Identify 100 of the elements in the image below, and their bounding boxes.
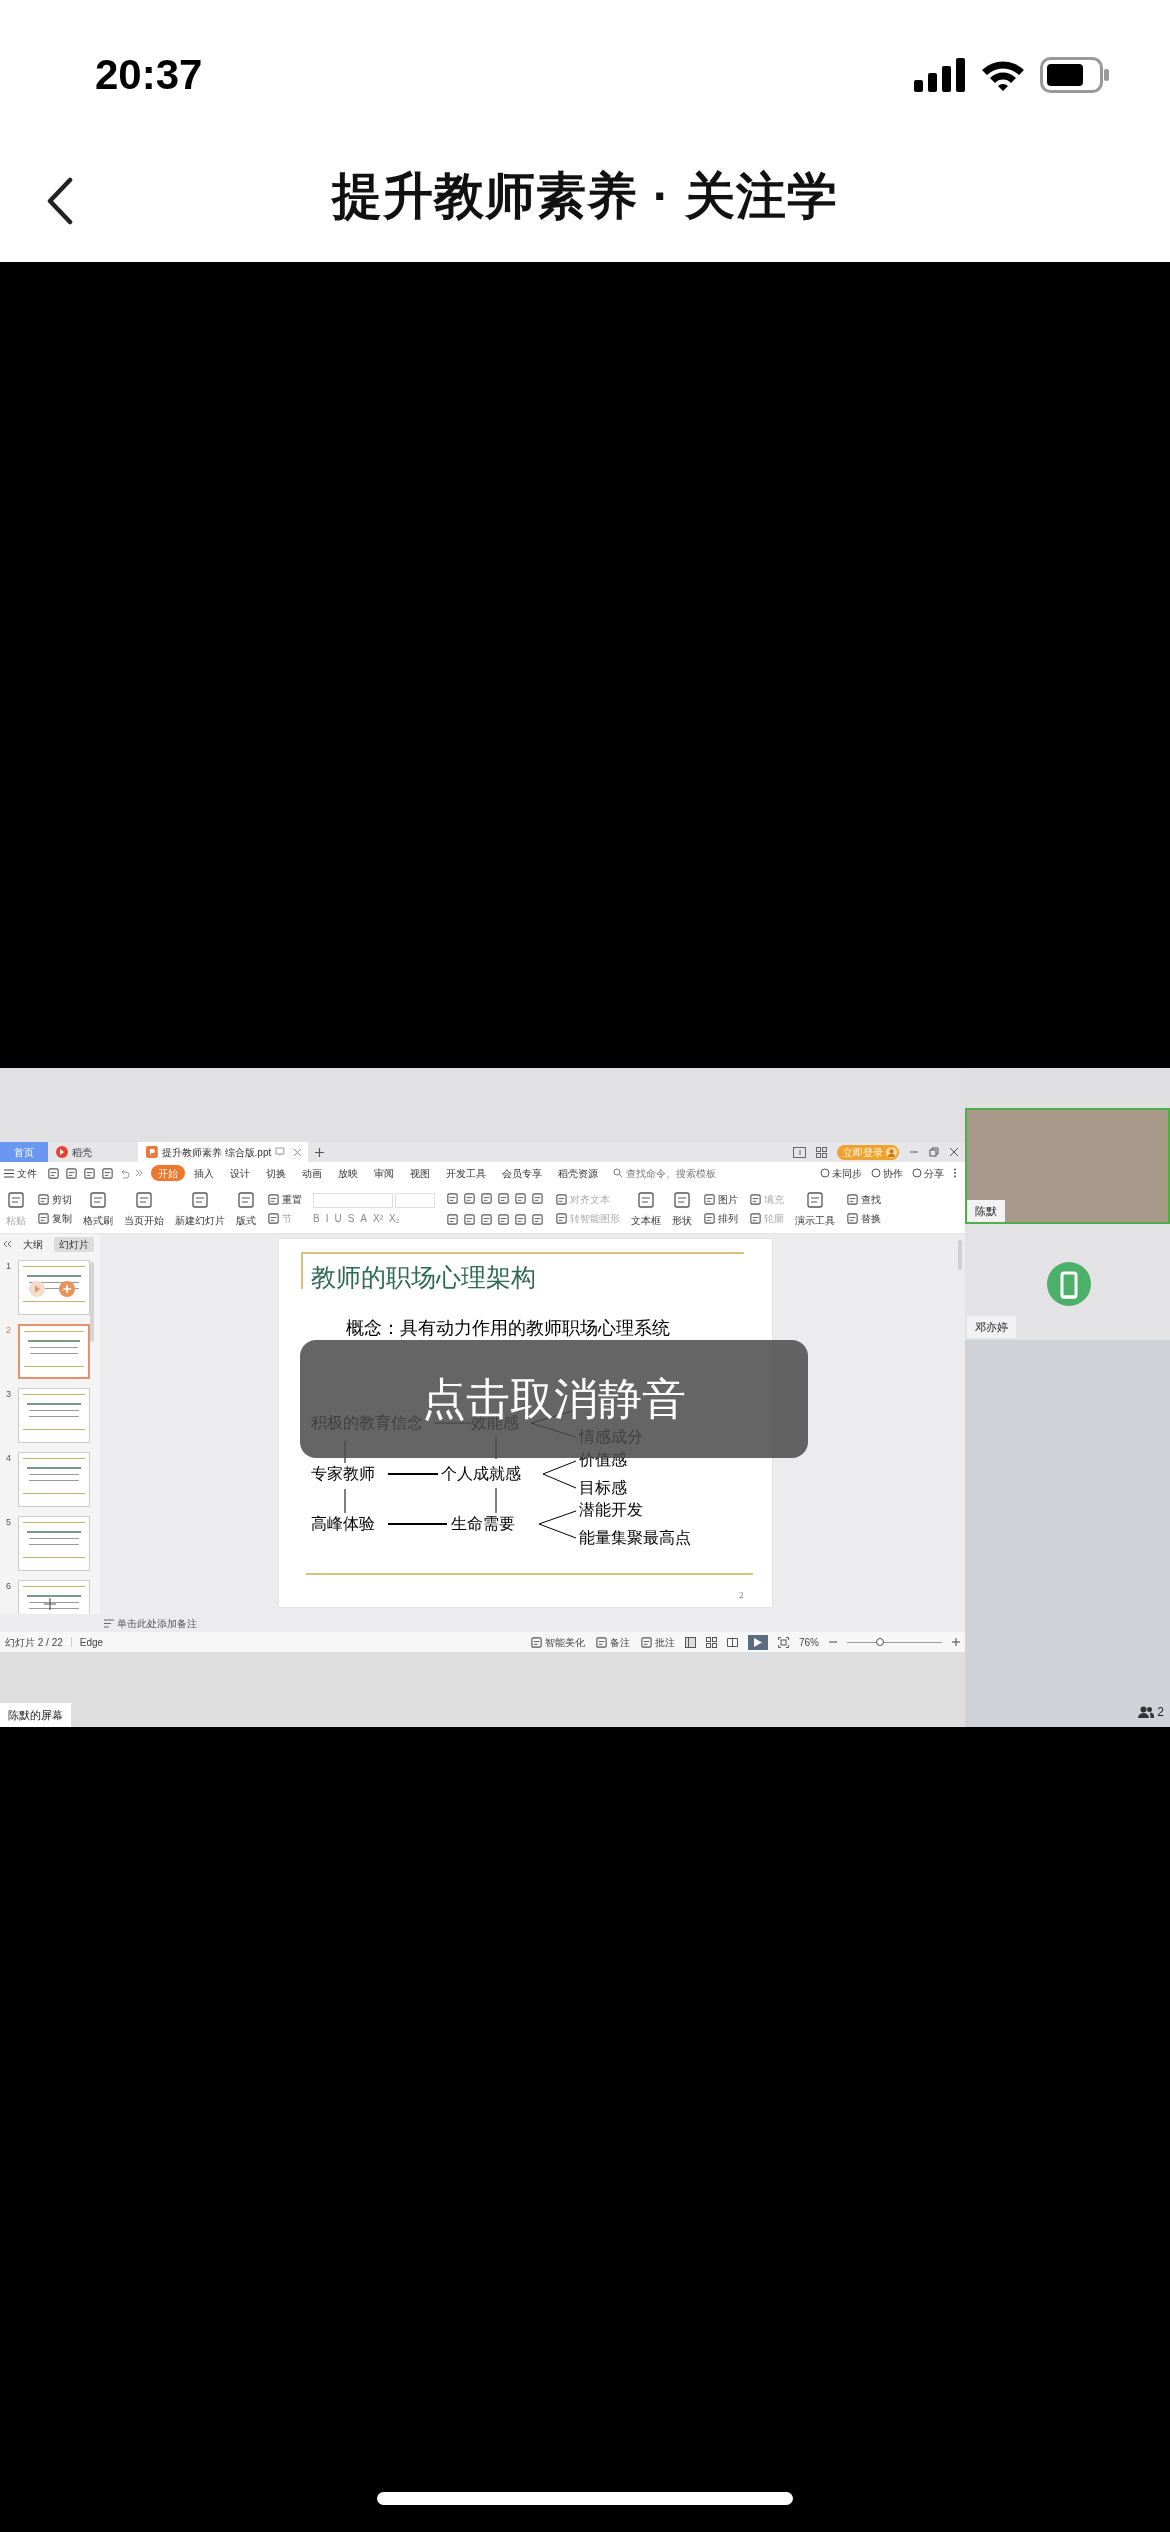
close-icon[interactable] [293, 1147, 302, 1157]
ribbon-button[interactable]: 形状 [672, 1189, 692, 1228]
restore-icon[interactable] [929, 1147, 939, 1157]
add-icon[interactable] [59, 1281, 75, 1297]
tool-icon [497, 1212, 510, 1226]
format-button[interactable]: A [360, 1214, 368, 1224]
ribbon-tab[interactable]: 视图 [403, 1165, 437, 1181]
participant-tile[interactable]: 陈默 [965, 1108, 1170, 1224]
tool-icon [749, 1192, 762, 1206]
tab-label: 提升教师素养 综合版.ppt [161, 1145, 272, 1160]
people-icon [1138, 1706, 1155, 1718]
panel-tab[interactable]: 幻灯片 [54, 1236, 94, 1252]
collapse-chevrons-icon[interactable] [3, 1240, 12, 1248]
font-size-field[interactable] [395, 1193, 435, 1208]
ribbon-button[interactable]: 查找 [846, 1191, 881, 1207]
tool-icon [37, 1192, 50, 1206]
play-icon[interactable] [29, 1281, 45, 1297]
format-button[interactable]: X₂ [389, 1214, 400, 1224]
ribbon-button[interactable]: 格式刷 [83, 1189, 113, 1228]
ribbon-button[interactable]: 重置 [267, 1191, 302, 1207]
format-button[interactable]: I [325, 1214, 329, 1224]
grid-view-icon[interactable] [706, 1636, 717, 1648]
ribbon-button[interactable]: 文本框 [631, 1189, 661, 1228]
zoom-in-icon[interactable] [952, 1638, 960, 1646]
ribbon-tab[interactable]: 设计 [223, 1165, 257, 1181]
diagram-label: 生命需要 [451, 1514, 515, 1534]
tool-icon [846, 1192, 859, 1206]
tool-icon [446, 1191, 459, 1205]
ribbon-button[interactable]: 版式 [236, 1189, 256, 1228]
diagram-label: 高峰体验 [311, 1514, 375, 1534]
battery-icon [1040, 57, 1110, 93]
tool-icon [101, 1166, 114, 1180]
status-action-button[interactable]: 智能美化 [530, 1634, 585, 1650]
zoom-out-icon[interactable] [829, 1638, 837, 1646]
notes-placeholder[interactable]: 单击此处添加备注 [117, 1615, 197, 1631]
ribbon-button[interactable]: 复制 [37, 1210, 72, 1226]
ribbon-tab[interactable]: 动画 [295, 1165, 329, 1181]
undo-icon[interactable] [119, 1167, 130, 1179]
ribbon-tab[interactable]: 插入 [187, 1165, 221, 1181]
book-view-icon[interactable] [727, 1636, 738, 1648]
diagram-label: 个人成就感 [441, 1464, 521, 1484]
ribbon-tab[interactable]: 切换 [259, 1165, 293, 1181]
ribbon-tab[interactable]: 审阅 [367, 1165, 401, 1181]
more-icon[interactable] [953, 1168, 957, 1178]
tool-icon [703, 1211, 716, 1225]
ribbon-tab[interactable]: 开发工具 [439, 1165, 493, 1181]
ribbon-tab[interactable]: 稻壳资源 [551, 1165, 605, 1181]
add-slide-icon[interactable] [44, 1598, 56, 1610]
toolbar-action-button[interactable]: 未同步 [820, 1165, 862, 1181]
toolbar-action-button[interactable]: 分享 [912, 1165, 944, 1181]
slide-thumbnail[interactable] [18, 1516, 90, 1571]
slide-thumbnail[interactable] [18, 1452, 90, 1507]
document-tab[interactable]: 提升教师素养 综合版.ppt [138, 1142, 308, 1162]
ribbon-button[interactable]: 新建幻灯片 [175, 1189, 225, 1228]
zoom-percentage[interactable]: 76% [799, 1634, 819, 1650]
grid-icon[interactable] [816, 1146, 827, 1158]
ribbon-button[interactable]: 排列 [703, 1210, 738, 1226]
format-button[interactable]: X² [373, 1214, 384, 1224]
ribbon-button[interactable]: 剪切 [37, 1191, 72, 1207]
diagram-label: 专家教师 [311, 1464, 375, 1484]
window-layout-icon[interactable] [793, 1146, 806, 1158]
ribbon-button[interactable]: 演示工具 [795, 1189, 835, 1228]
tool-icon [446, 1212, 459, 1226]
slider-thumb[interactable] [876, 1638, 885, 1646]
tool-icon [65, 1166, 78, 1180]
menu-icon [4, 1168, 14, 1178]
panel-tab[interactable]: 大纲 [18, 1236, 48, 1252]
zoom-slider[interactable] [847, 1638, 942, 1646]
file-menu-button[interactable]: 文件 [4, 1165, 37, 1181]
status-action-button[interactable]: 批注 [640, 1634, 675, 1650]
command-search-field[interactable]: 查找命令、搜索模板 [613, 1165, 726, 1181]
tool-icon [47, 1166, 60, 1180]
ribbon-button[interactable]: 当页开始 [124, 1189, 164, 1228]
fit-window-icon[interactable] [778, 1636, 789, 1648]
play-slideshow-button[interactable] [748, 1634, 768, 1650]
slide-thumbnail[interactable] [18, 1260, 90, 1315]
format-button[interactable]: U [334, 1214, 342, 1224]
ribbon-button[interactable]: 图片 [703, 1191, 738, 1207]
slide-thumbnail[interactable] [18, 1324, 90, 1379]
title-side-rule [301, 1252, 303, 1289]
ribbon-tab[interactable]: 放映 [331, 1165, 365, 1181]
format-button[interactable]: B [313, 1214, 320, 1224]
more-chevrons-icon[interactable] [135, 1169, 143, 1177]
scrollbar-thumb[interactable] [90, 1262, 94, 1342]
action-icon [820, 1168, 830, 1178]
new-tab-icon[interactable] [314, 1146, 325, 1158]
slide-title: 教师的职场心理架构 [311, 1263, 536, 1293]
font-name-field[interactable] [313, 1193, 393, 1208]
toolbar-action-button[interactable]: 协作 [871, 1165, 903, 1181]
format-button[interactable]: S [347, 1214, 355, 1224]
participant-tile[interactable]: 邓亦婷 [965, 1224, 1170, 1340]
close-icon[interactable] [949, 1147, 959, 1157]
ribbon-tab[interactable]: 会员专享 [495, 1165, 549, 1181]
tool-icon [37, 1211, 50, 1225]
tool-icon [531, 1212, 544, 1226]
button-label: 当页开始 [124, 1213, 164, 1228]
slide-thumbnail[interactable] [18, 1388, 90, 1443]
ribbon-button[interactable]: 替换 [846, 1210, 881, 1226]
status-action-button[interactable]: 备注 [595, 1634, 630, 1650]
normal-view-icon[interactable] [685, 1636, 696, 1648]
